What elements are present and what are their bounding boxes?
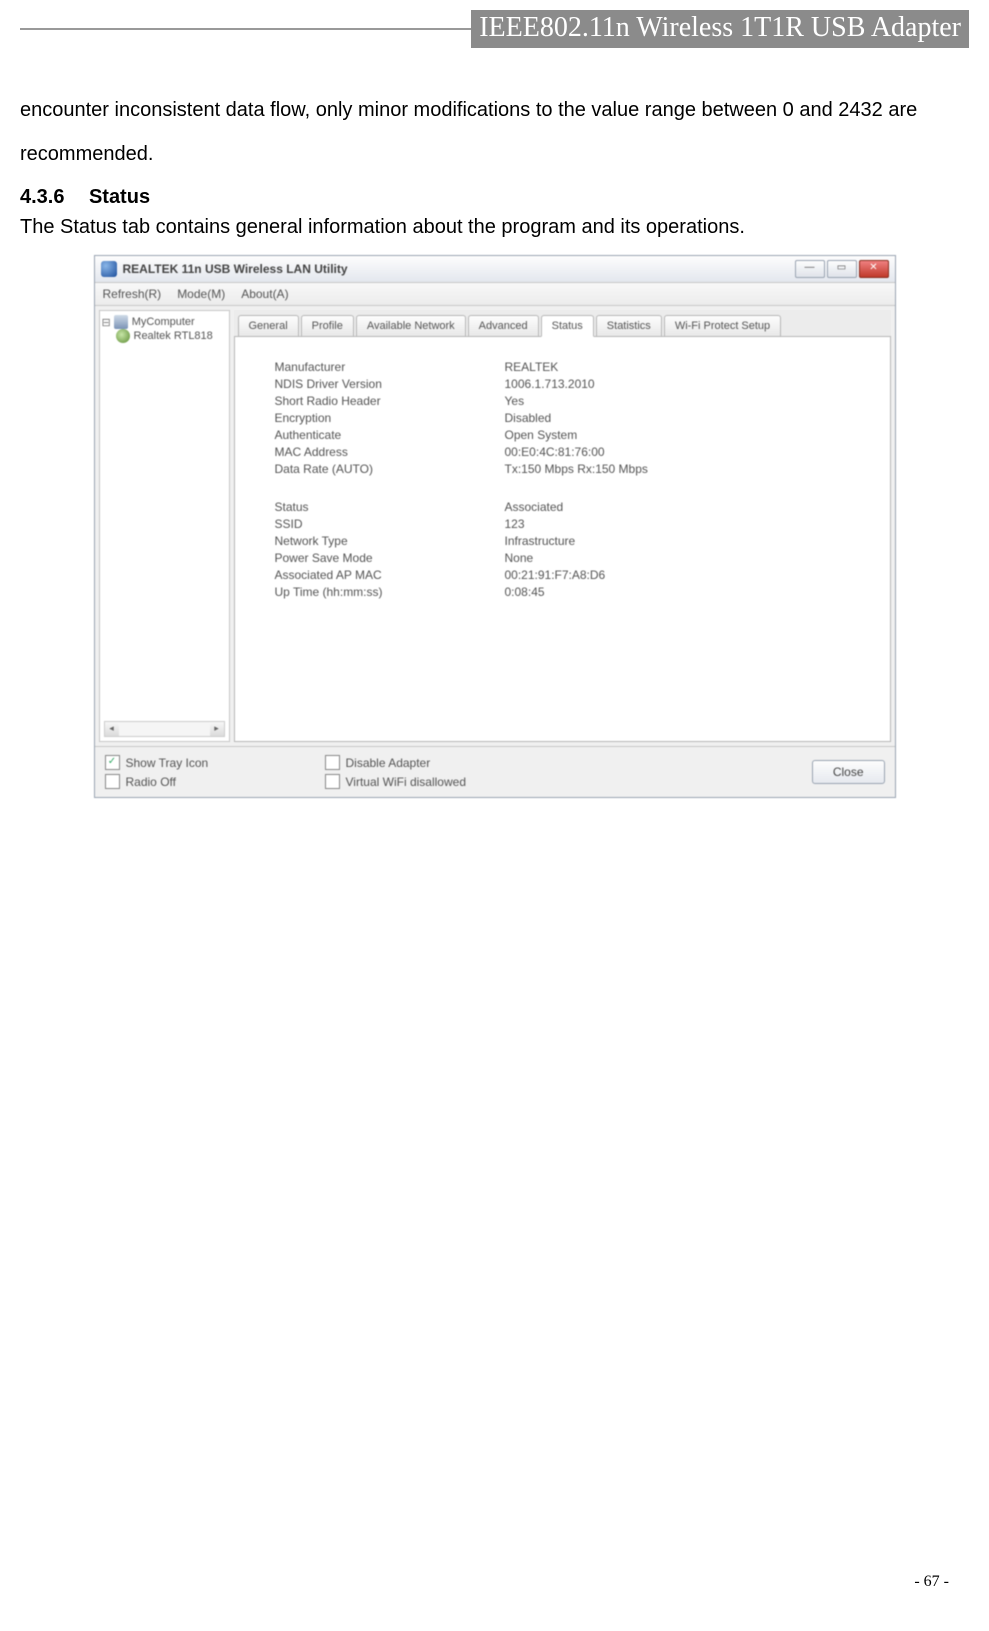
- adapter-icon: [116, 329, 130, 343]
- tab-available-network[interactable]: Available Network: [356, 315, 466, 336]
- tree-child-label: Realtek RTL818: [134, 330, 213, 342]
- section-title: Status: [89, 186, 150, 208]
- scroll-left-icon[interactable]: ◂: [105, 722, 119, 736]
- tab-wifi-protect-setup[interactable]: Wi-Fi Protect Setup: [664, 315, 781, 336]
- checkbox-box: [325, 774, 340, 789]
- status-key: Associated AP MAC: [275, 568, 505, 582]
- status-value: 1006.1.713.2010: [505, 377, 870, 391]
- bottom-bar: ✓ Show Tray Icon Radio Off Disable Adapte…: [95, 746, 895, 797]
- section-number: 4.3.6: [20, 186, 64, 208]
- status-key: SSID: [275, 517, 505, 531]
- status-key: MAC Address: [275, 445, 505, 459]
- status-value: REALTEK: [505, 360, 870, 374]
- page-number: - 67 -: [914, 1573, 949, 1591]
- body-paragraph-2: The Status tab contains general informat…: [20, 209, 969, 245]
- status-value: None: [505, 551, 870, 565]
- status-key: NDIS Driver Version: [275, 377, 505, 391]
- checkbox-radio-off[interactable]: Radio Off: [105, 774, 325, 789]
- status-key: Network Type: [275, 534, 505, 548]
- status-key: Power Save Mode: [275, 551, 505, 565]
- window-title: REALTEK 11n USB Wireless LAN Utility: [123, 262, 795, 276]
- status-value: Disabled: [505, 411, 870, 425]
- status-row: Associated AP MAC00:21:91:F7:A8:D6: [275, 568, 870, 582]
- status-row: NDIS Driver Version1006.1.713.2010: [275, 377, 870, 391]
- checkbox-disable-adapter[interactable]: Disable Adapter: [325, 755, 467, 770]
- status-value: 00:E0:4C:81:76:00: [505, 445, 870, 459]
- checkbox-box: [105, 774, 120, 789]
- tree-root-item[interactable]: ⊟ MyComputer: [102, 315, 227, 329]
- status-value: 0:08:45: [505, 585, 870, 599]
- checkbox-label: Virtual WiFi disallowed: [346, 775, 467, 789]
- maximize-button[interactable]: ▭: [827, 260, 857, 278]
- status-row: EncryptionDisabled: [275, 411, 870, 425]
- checkbox-show-tray-icon[interactable]: ✓ Show Tray Icon: [105, 755, 325, 770]
- app-icon: [101, 261, 117, 277]
- status-row: MAC Address00:E0:4C:81:76:00: [275, 445, 870, 459]
- status-row: AuthenticateOpen System: [275, 428, 870, 442]
- scroll-right-icon[interactable]: ▸: [210, 722, 224, 736]
- tree-root-label: MyComputer: [132, 316, 195, 328]
- tab-status[interactable]: Status: [541, 315, 594, 337]
- status-key: Status: [275, 500, 505, 514]
- status-row: SSID123: [275, 517, 870, 531]
- tab-advanced[interactable]: Advanced: [468, 315, 539, 336]
- checkbox-box: ✓: [105, 755, 120, 770]
- status-row: Data Rate (AUTO)Tx:150 Mbps Rx:150 Mbps: [275, 462, 870, 476]
- tab-content-status: ManufacturerREALTEK NDIS Driver Version1…: [234, 336, 891, 742]
- status-row: Up Time (hh:mm:ss)0:08:45: [275, 585, 870, 599]
- tree-child-item[interactable]: Realtek RTL818: [116, 329, 227, 343]
- header-title: IEEE802.11n Wireless 1T1R USB Adapter: [471, 10, 969, 48]
- menu-bar: Refresh(R) Mode(M) About(A): [95, 283, 895, 306]
- tab-general[interactable]: General: [238, 315, 299, 336]
- computer-icon: [114, 315, 128, 329]
- tab-profile[interactable]: Profile: [301, 315, 354, 336]
- window-close-button[interactable]: ✕: [859, 260, 889, 278]
- close-button[interactable]: Close: [812, 760, 885, 784]
- menu-refresh[interactable]: Refresh(R): [103, 287, 162, 301]
- status-row: Short Radio HeaderYes: [275, 394, 870, 408]
- checkbox-label: Disable Adapter: [346, 756, 431, 770]
- expand-icon[interactable]: ⊟: [102, 316, 111, 329]
- checkbox-label: Show Tray Icon: [126, 756, 209, 770]
- body-paragraph-1: encounter inconsistent data flow, only m…: [20, 88, 969, 176]
- status-value: Tx:150 Mbps Rx:150 Mbps: [505, 462, 870, 476]
- checkbox-virtual-wifi-disallowed[interactable]: Virtual WiFi disallowed: [325, 774, 467, 789]
- status-value: Associated: [505, 500, 870, 514]
- status-row: Network TypeInfrastructure: [275, 534, 870, 548]
- status-value: Yes: [505, 394, 870, 408]
- tree-pane: ⊟ MyComputer Realtek RTL818 ◂ ▸: [99, 310, 230, 742]
- status-value: 00:21:91:F7:A8:D6: [505, 568, 870, 582]
- status-value: 123: [505, 517, 870, 531]
- status-key: Up Time (hh:mm:ss): [275, 585, 505, 599]
- tab-statistics[interactable]: Statistics: [596, 315, 662, 336]
- window-titlebar: REALTEK 11n USB Wireless LAN Utility — ▭…: [95, 256, 895, 283]
- menu-mode[interactable]: Mode(M): [177, 287, 225, 301]
- checkbox-box: [325, 755, 340, 770]
- header-rule: [20, 28, 471, 30]
- status-value: Open System: [505, 428, 870, 442]
- status-row: StatusAssociated: [275, 500, 870, 514]
- status-key: Encryption: [275, 411, 505, 425]
- tree-horizontal-scrollbar[interactable]: ◂ ▸: [104, 721, 225, 737]
- checkbox-label: Radio Off: [126, 775, 176, 789]
- header-bar: IEEE802.11n Wireless 1T1R USB Adapter: [20, 10, 969, 48]
- status-row: Power Save ModeNone: [275, 551, 870, 565]
- menu-about[interactable]: About(A): [241, 287, 288, 301]
- status-value: Infrastructure: [505, 534, 870, 548]
- minimize-button[interactable]: —: [795, 260, 825, 278]
- tab-strip: General Profile Available Network Advanc…: [234, 310, 891, 336]
- embedded-screenshot: REALTEK 11n USB Wireless LAN Utility — ▭…: [94, 255, 896, 798]
- status-key: Short Radio Header: [275, 394, 505, 408]
- status-key: Authenticate: [275, 428, 505, 442]
- status-row: ManufacturerREALTEK: [275, 360, 870, 374]
- status-key: Manufacturer: [275, 360, 505, 374]
- status-key: Data Rate (AUTO): [275, 462, 505, 476]
